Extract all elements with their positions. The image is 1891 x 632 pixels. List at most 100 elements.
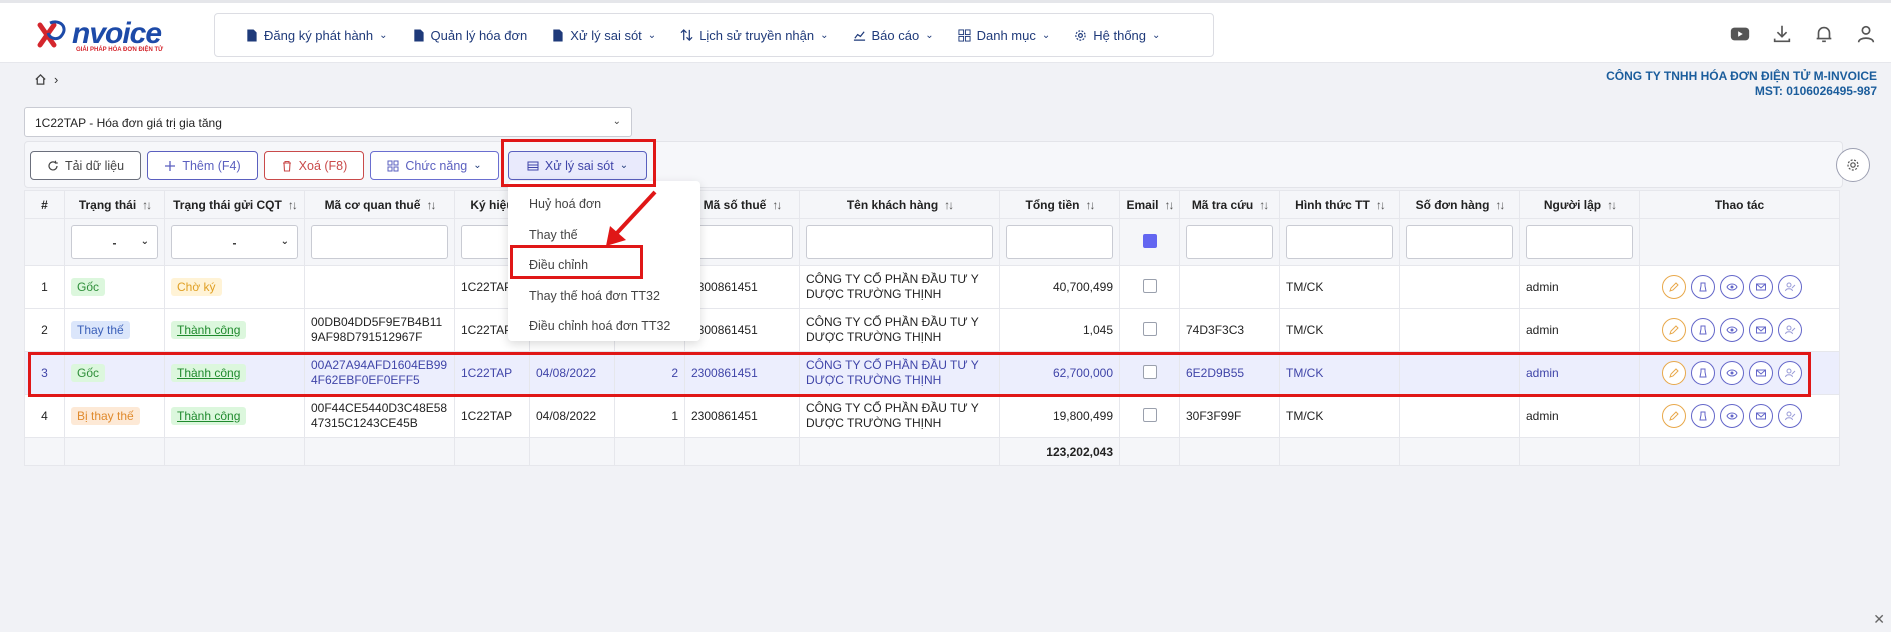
email-cell: [1119, 308, 1180, 352]
mail-icon[interactable]: [1749, 404, 1773, 428]
user-sign-icon[interactable]: [1778, 318, 1802, 342]
col-header-num: #: [24, 190, 65, 219]
nav-item-1[interactable]: Quản lý hóa đơn: [400, 28, 540, 43]
total-row-cell: [799, 437, 1000, 466]
filter-cell: [999, 218, 1120, 266]
col-header-status[interactable]: Trạng thái ↑↓: [64, 190, 165, 219]
col-header-tax-code[interactable]: Mã cơ quan thuế ↑↓: [304, 190, 455, 219]
filter-cell: [1639, 218, 1840, 266]
dropdown-item-4[interactable]: Điều chỉnh hoá đơn TT32: [508, 311, 700, 342]
table-settings-button[interactable]: [1836, 148, 1870, 182]
payment-filter-input[interactable]: [1286, 225, 1393, 259]
view-icon[interactable]: [1720, 275, 1744, 299]
nav-item-3[interactable]: Lịch sử truyền nhận ⌄: [668, 28, 840, 43]
table-row[interactable]: 2 Thay thế Thành công 00DB04DD5F9E7B4B119AF…: [24, 308, 1840, 352]
functions-button[interactable]: Chức năng ⌄: [370, 151, 499, 180]
user-sign-icon[interactable]: [1778, 275, 1802, 299]
sign-icon[interactable]: [1691, 404, 1715, 428]
edit-icon[interactable]: [1662, 318, 1686, 342]
col-header-creator[interactable]: Người lập ↑↓: [1519, 190, 1640, 219]
sort-icon: ↑↓: [1607, 197, 1617, 212]
sign-icon[interactable]: [1691, 318, 1715, 342]
add-button[interactable]: Thêm (F4): [147, 151, 258, 180]
nav-item-0[interactable]: Đăng ký phát hành ⌄: [233, 28, 400, 43]
table-row[interactable]: 1 Gốc Chờ ký 1C22TAP 2300861451 CÔNG TY CỔ PH…: [24, 265, 1840, 309]
filter-cell: [1179, 218, 1280, 266]
user-icon[interactable]: [1855, 23, 1877, 45]
order-no-filter-input[interactable]: [1406, 225, 1513, 259]
email-checkbox[interactable]: [1142, 278, 1157, 293]
file-edit-icon: [553, 28, 563, 42]
home-icon[interactable]: [34, 73, 47, 86]
filter-cell: - ⌄: [64, 218, 165, 266]
total-cell: 1,045: [999, 308, 1120, 352]
nav-item-6[interactable]: Hệ thống ⌄: [1062, 28, 1172, 43]
chart-line-icon: [853, 30, 865, 41]
nav-item-4[interactable]: Báo cáo ⌄: [841, 28, 946, 43]
view-icon[interactable]: [1720, 404, 1744, 428]
col-header-email-label: Email: [1126, 197, 1159, 212]
edit-icon[interactable]: [1662, 404, 1686, 428]
col-header-payment[interactable]: Hình thức TT ↑↓: [1279, 190, 1400, 219]
view-icon[interactable]: [1720, 318, 1744, 342]
mail-icon[interactable]: [1749, 318, 1773, 342]
total-row-cell: [164, 437, 305, 466]
total-row-cell: [614, 437, 685, 466]
app-logo[interactable]: nvoice GIẢI PHÁP HÓA ĐƠN ĐIỆN TỬ: [36, 17, 176, 55]
bell-icon[interactable]: [1813, 23, 1835, 45]
col-header-customer[interactable]: Tên khách hàng ↑↓: [799, 190, 1000, 219]
customer-filter-input[interactable]: [806, 225, 993, 259]
customer-name: CÔNG TY CỔ PHẦN ĐẦU TƯ Y DƯỢC TRƯỜNG THỊ…: [806, 401, 979, 430]
nav-item-2[interactable]: Xử lý sai sót ⌄: [539, 28, 668, 43]
cqt-status-badge[interactable]: Thành công: [171, 407, 247, 425]
chevron-down-icon: ⌄: [820, 29, 829, 41]
close-icon[interactable]: ✕: [1873, 611, 1885, 628]
col-header-cqt-status[interactable]: Trạng thái gửi CQT ↑↓: [164, 190, 305, 219]
nav-item-label: Lịch sử truyền nhận: [699, 27, 815, 43]
lookup-cell: [1179, 265, 1280, 309]
total-cell: 40,700,499: [999, 265, 1120, 309]
order-no-cell: [1399, 308, 1520, 352]
creator-filter-input[interactable]: [1526, 225, 1633, 259]
lookup-filter-input[interactable]: [1186, 225, 1273, 259]
col-header-total[interactable]: Tổng tiền ↑↓: [999, 190, 1120, 219]
col-header-tax-code-label: Mã cơ quan thuế: [324, 197, 421, 212]
cqt-status-badge[interactable]: Thành công: [171, 321, 247, 339]
email-checkbox[interactable]: [1142, 321, 1157, 336]
order-no-cell: [1399, 265, 1520, 309]
total-filter-input[interactable]: [1006, 225, 1113, 259]
tax-code-filter-input[interactable]: [311, 225, 448, 259]
email-checkbox[interactable]: [1142, 407, 1157, 422]
reload-button[interactable]: Tải dữ liệu: [30, 151, 141, 180]
youtube-icon[interactable]: [1729, 23, 1751, 45]
col-header-lookup[interactable]: Mã tra cứu ↑↓: [1179, 190, 1280, 219]
col-header-email[interactable]: Email ↑↓: [1119, 190, 1180, 219]
invoice-series-select[interactable]: 1C22TAP - Hóa đơn giá trị gia tăng ⌄: [24, 107, 632, 137]
status-filter-select[interactable]: - ⌄: [71, 225, 158, 259]
table-row[interactable]: 4 Bị thay thế Thành công 00F44CE5440D3C48E5…: [24, 394, 1840, 438]
filter-cell: [304, 218, 455, 266]
dropdown-item-3[interactable]: Thay thế hoá đơn TT32: [508, 281, 700, 312]
actions-cell: [1639, 308, 1840, 352]
order-no-cell: [1399, 394, 1520, 438]
delete-button[interactable]: Xoá (F8): [264, 151, 364, 180]
annotation-highlight-row: [28, 352, 1811, 397]
nav-item-5[interactable]: Danh mục ⌄: [946, 28, 1063, 43]
email-filter-checkbox[interactable]: [1142, 233, 1157, 248]
user-sign-icon[interactable]: [1778, 404, 1802, 428]
mail-icon[interactable]: [1749, 275, 1773, 299]
cqt-filter-select[interactable]: - ⌄: [171, 225, 298, 259]
tax-no-filter-input[interactable]: [691, 225, 793, 259]
download-icon[interactable]: [1771, 23, 1793, 45]
actions-cell: [1639, 265, 1840, 309]
nav-item-label: Danh mục: [976, 27, 1036, 43]
invoice-no-cell: 1: [614, 394, 685, 438]
col-header-actions: Thao tác: [1639, 190, 1840, 219]
col-header-payment-label: Hình thức TT: [1295, 197, 1370, 212]
row-actions: [1646, 275, 1833, 299]
nav-item-label: Quản lý hóa đơn: [430, 27, 528, 43]
sign-icon[interactable]: [1691, 275, 1715, 299]
col-header-order-no[interactable]: Số đơn hàng ↑↓: [1399, 190, 1520, 219]
edit-icon[interactable]: [1662, 275, 1686, 299]
col-header-tax-no[interactable]: Mã số thuế ↑↓: [684, 190, 800, 219]
